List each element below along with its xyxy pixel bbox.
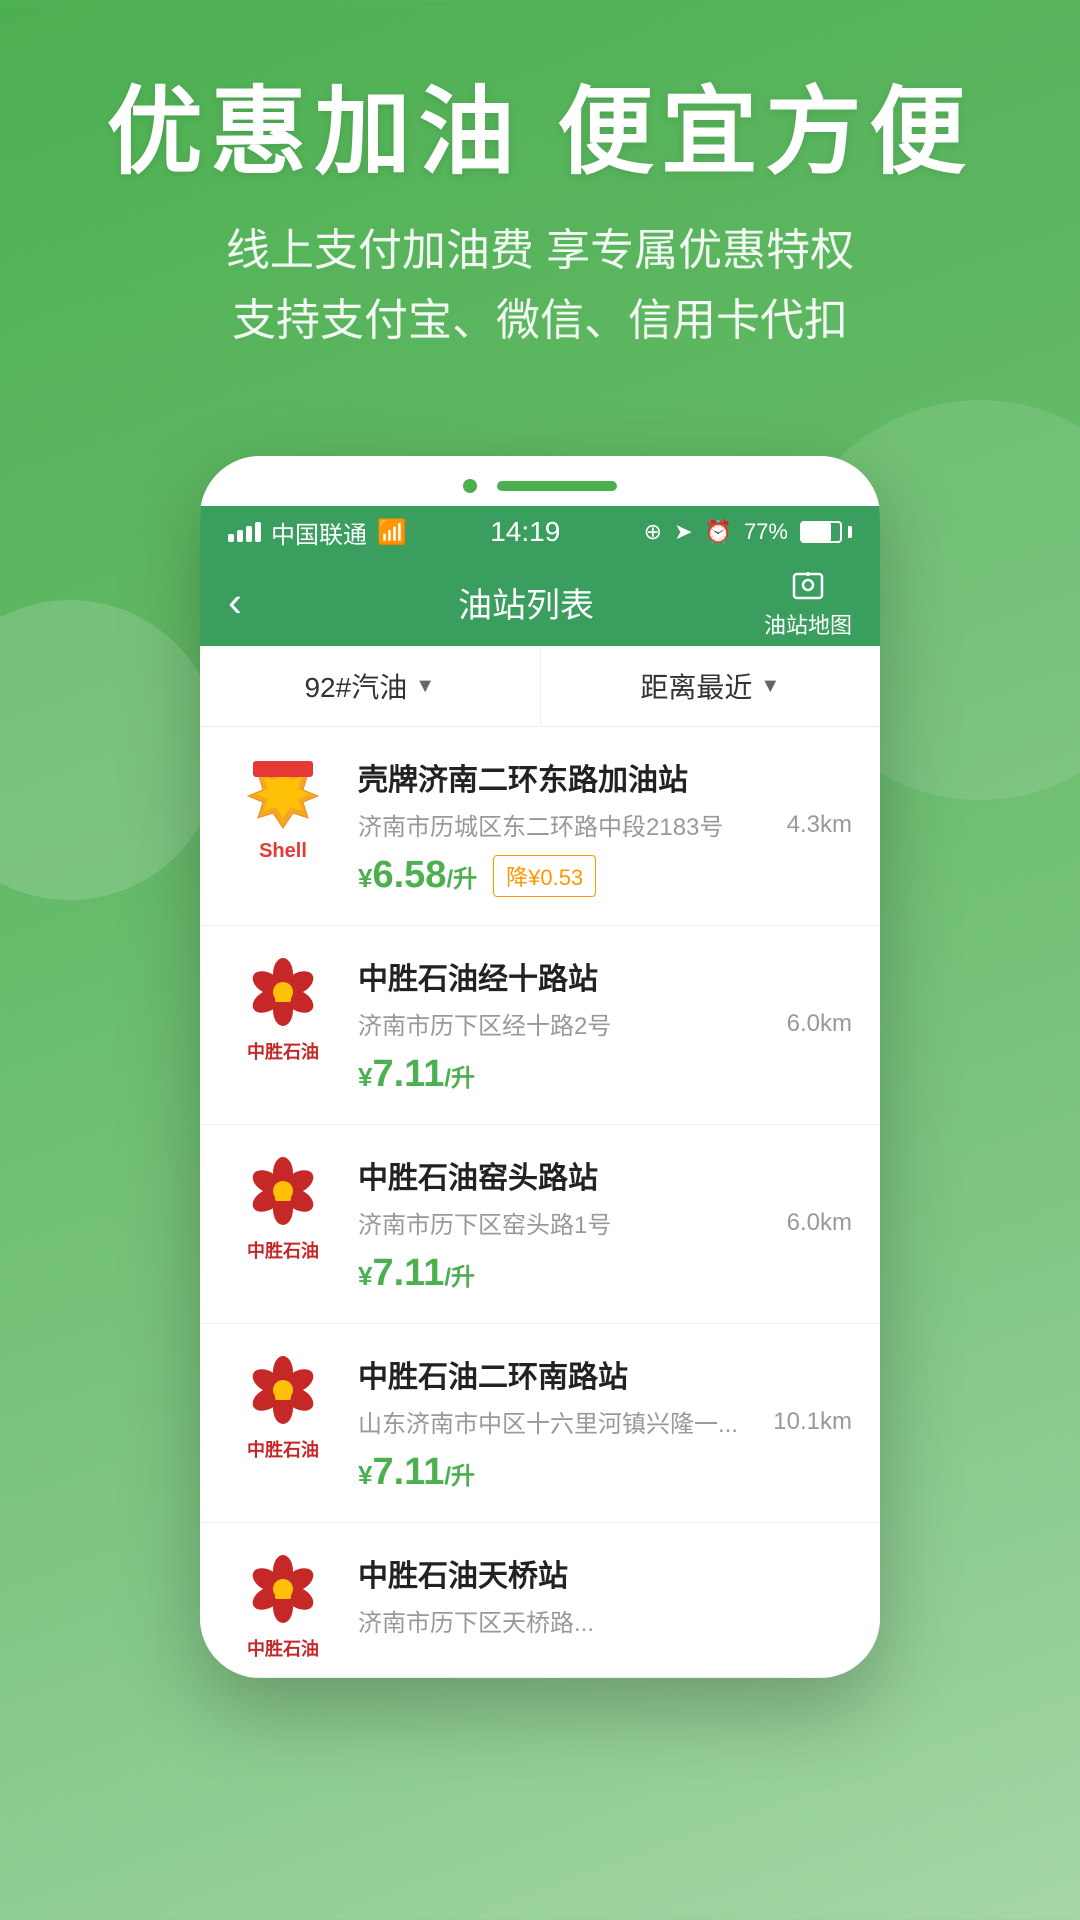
- station-price-zs3: ¥7.11/升: [358, 1451, 475, 1494]
- distance-dropdown-arrow: ▼: [760, 675, 780, 698]
- station-address-zs4: 济南市历下区天桥路...: [358, 1603, 852, 1638]
- battery-percent: 77%: [744, 519, 788, 545]
- station-distance-zs1: 6.0km: [787, 1010, 852, 1038]
- hero-subtitle-line1: 线上支付加油费 享专属优惠特权: [60, 216, 1020, 286]
- station-logo-zhongsheng-1: 中胜石油: [228, 954, 338, 1064]
- station-logo-shell: Shell: [228, 755, 338, 865]
- station-info-zhongsheng-1: 中胜石油经十路站 济南市历下区经十路2号 6.0km ¥7.11/升: [358, 954, 852, 1096]
- alarm-icon: ⏰: [705, 519, 732, 545]
- station-address-row-zs2: 济南市历下区窑头路1号 6.0km: [358, 1205, 852, 1240]
- filter-distance-label: 距离最近: [640, 666, 752, 706]
- battery-body: [800, 521, 842, 543]
- station-item-zhongsheng-4[interactable]: 中胜石油 中胜石油天桥站 济南市历下区天桥路...: [200, 1523, 880, 1678]
- location-icon: ⊕: [644, 519, 662, 545]
- status-right: ⊕ ➤ ⏰ 77%: [644, 519, 852, 545]
- signal-bar-1: [228, 534, 234, 542]
- zhongsheng-text-3: 中胜石油: [247, 1436, 319, 1462]
- station-price-row-shell: ¥6.58/升 降¥0.53: [358, 854, 852, 897]
- zhongsheng-text-2: 中胜石油: [247, 1237, 319, 1263]
- station-item-zhongsheng-1[interactable]: 中胜石油 中胜石油经十路站 济南市历下区经十路2号 6.0km ¥7.11/升: [200, 926, 880, 1125]
- back-button[interactable]: ‹: [228, 578, 288, 626]
- navigation-icon: ➤: [674, 519, 692, 545]
- station-price-shell: ¥6.58/升: [358, 854, 477, 897]
- station-info-zhongsheng-3: 中胜石油二环南路站 山东济南市中区十六里河镇兴隆一... 10.1km ¥7.1…: [358, 1352, 852, 1494]
- zhongsheng-logo-3-icon: [243, 1352, 323, 1432]
- station-logo-zhongsheng-3: 中胜石油: [228, 1352, 338, 1462]
- station-item-zhongsheng-3[interactable]: 中胜石油 中胜石油二环南路站 山东济南市中区十六里河镇兴隆一... 10.1km…: [200, 1324, 880, 1523]
- wifi-icon: 📶: [377, 518, 407, 547]
- station-price-row-zs2: ¥7.11/升: [358, 1252, 852, 1295]
- hero-section: 优惠加油 便宜方便 线上支付加油费 享专属优惠特权 支持支付宝、微信、信用卡代扣: [0, 0, 1080, 396]
- battery-tip: [848, 526, 852, 538]
- zhongsheng-text-4: 中胜石油: [247, 1635, 319, 1661]
- filter-distance[interactable]: 距离最近 ▼: [541, 646, 881, 726]
- station-distance-shell: 4.3km: [787, 811, 852, 839]
- station-item-zhongsheng-2[interactable]: 中胜石油 中胜石油窑头路站 济南市历下区窑头路1号 6.0km ¥7.11/升: [200, 1125, 880, 1324]
- station-address-row-shell: 济南市历城区东二环路中段2183号 4.3km: [358, 807, 852, 842]
- station-price-row-zs3: ¥7.11/升: [358, 1451, 852, 1494]
- status-bar: 中国联通 📶 14:19 ⊕ ➤ ⏰ 77%: [200, 506, 880, 558]
- station-price-zs2: ¥7.11/升: [358, 1252, 475, 1295]
- station-price-zs1: ¥7.11/升: [358, 1053, 475, 1096]
- station-name-shell: 壳牌济南二环东路加油站: [358, 755, 852, 799]
- zhongsheng-logo-4-icon: [243, 1551, 323, 1631]
- discount-badge-shell: 降¥0.53: [493, 855, 596, 897]
- station-price-row-zs1: ¥7.11/升: [358, 1053, 852, 1096]
- hero-subtitle-line2: 支持支付宝、微信、信用卡代扣: [60, 286, 1020, 356]
- map-button[interactable]: 油站地图: [764, 564, 852, 640]
- zhongsheng-text-1: 中胜石油: [247, 1038, 319, 1064]
- station-address-row-zs3: 山东济南市中区十六里河镇兴隆一... 10.1km: [358, 1404, 852, 1439]
- station-address-zs2: 济南市历下区窑头路1号: [358, 1205, 777, 1240]
- station-address-zs3: 山东济南市中区十六里河镇兴隆一...: [358, 1404, 763, 1439]
- hero-title: 优惠加油 便宜方便: [60, 80, 1020, 186]
- map-icon: [786, 564, 830, 608]
- notch-speaker: [497, 481, 617, 491]
- status-left: 中国联通 📶: [228, 515, 407, 550]
- station-address-row-zs4: 济南市历下区天桥路...: [358, 1603, 852, 1638]
- station-distance-zs2: 6.0km: [787, 1209, 852, 1237]
- station-distance-zs3: 10.1km: [773, 1408, 852, 1436]
- station-address-row-zs1: 济南市历下区经十路2号 6.0km: [358, 1006, 852, 1041]
- status-time: 14:19: [490, 516, 560, 548]
- phone-notch: [200, 456, 880, 506]
- station-name-zhongsheng-3: 中胜石油二环南路站: [358, 1352, 852, 1396]
- filter-fuel-label: 92#汽油: [304, 666, 407, 706]
- station-info-zhongsheng-4: 中胜石油天桥站 济南市历下区天桥路...: [358, 1551, 852, 1650]
- hero-subtitle: 线上支付加油费 享专属优惠特权 支持支付宝、微信、信用卡代扣: [60, 216, 1020, 357]
- zhongsheng-logo-1-icon: [243, 954, 323, 1034]
- nav-title: 油站列表: [458, 578, 594, 627]
- signal-bar-2: [237, 530, 243, 542]
- filter-fuel-type[interactable]: 92#汽油 ▼: [200, 646, 541, 726]
- station-logo-zhongsheng-2: 中胜石油: [228, 1153, 338, 1263]
- station-logo-zhongsheng-4: 中胜石油: [228, 1551, 338, 1661]
- fuel-dropdown-arrow: ▼: [415, 675, 435, 698]
- carrier-label: 中国联通: [271, 515, 367, 550]
- signal-bar-3: [246, 526, 252, 542]
- station-info-zhongsheng-2: 中胜石油窑头路站 济南市历下区窑头路1号 6.0km ¥7.11/升: [358, 1153, 852, 1295]
- station-name-zhongsheng-4: 中胜石油天桥站: [358, 1551, 852, 1595]
- station-address-zs1: 济南市历下区经十路2号: [358, 1006, 777, 1041]
- signal-bar-4: [255, 522, 261, 542]
- station-item-shell[interactable]: Shell 壳牌济南二环东路加油站 济南市历城区东二环路中段2183号 4.3k…: [200, 727, 880, 926]
- signal-bars: [228, 522, 261, 542]
- phone-mockup: 中国联通 📶 14:19 ⊕ ➤ ⏰ 77% ‹ 油站列表: [200, 456, 880, 1678]
- station-name-zhongsheng-1: 中胜石油经十路站: [358, 954, 852, 998]
- zhongsheng-logo-2-icon: [243, 1153, 323, 1233]
- battery-fill: [802, 523, 831, 541]
- shell-text-label: Shell: [259, 840, 307, 863]
- station-name-zhongsheng-2: 中胜石油窑头路站: [358, 1153, 852, 1197]
- nav-bar: ‹ 油站列表 油站地图: [200, 558, 880, 646]
- map-label: 油站地图: [764, 608, 852, 640]
- station-list: Shell 壳牌济南二环东路加油站 济南市历城区东二环路中段2183号 4.3k…: [200, 727, 880, 1678]
- station-info-shell: 壳牌济南二环东路加油站 济南市历城区东二环路中段2183号 4.3km ¥6.5…: [358, 755, 852, 897]
- battery-indicator: [800, 521, 852, 543]
- notch-camera: [463, 479, 477, 493]
- station-address-shell: 济南市历城区东二环路中段2183号: [358, 807, 777, 842]
- filter-bar: 92#汽油 ▼ 距离最近 ▼: [200, 646, 880, 727]
- shell-logo-icon: [238, 758, 328, 838]
